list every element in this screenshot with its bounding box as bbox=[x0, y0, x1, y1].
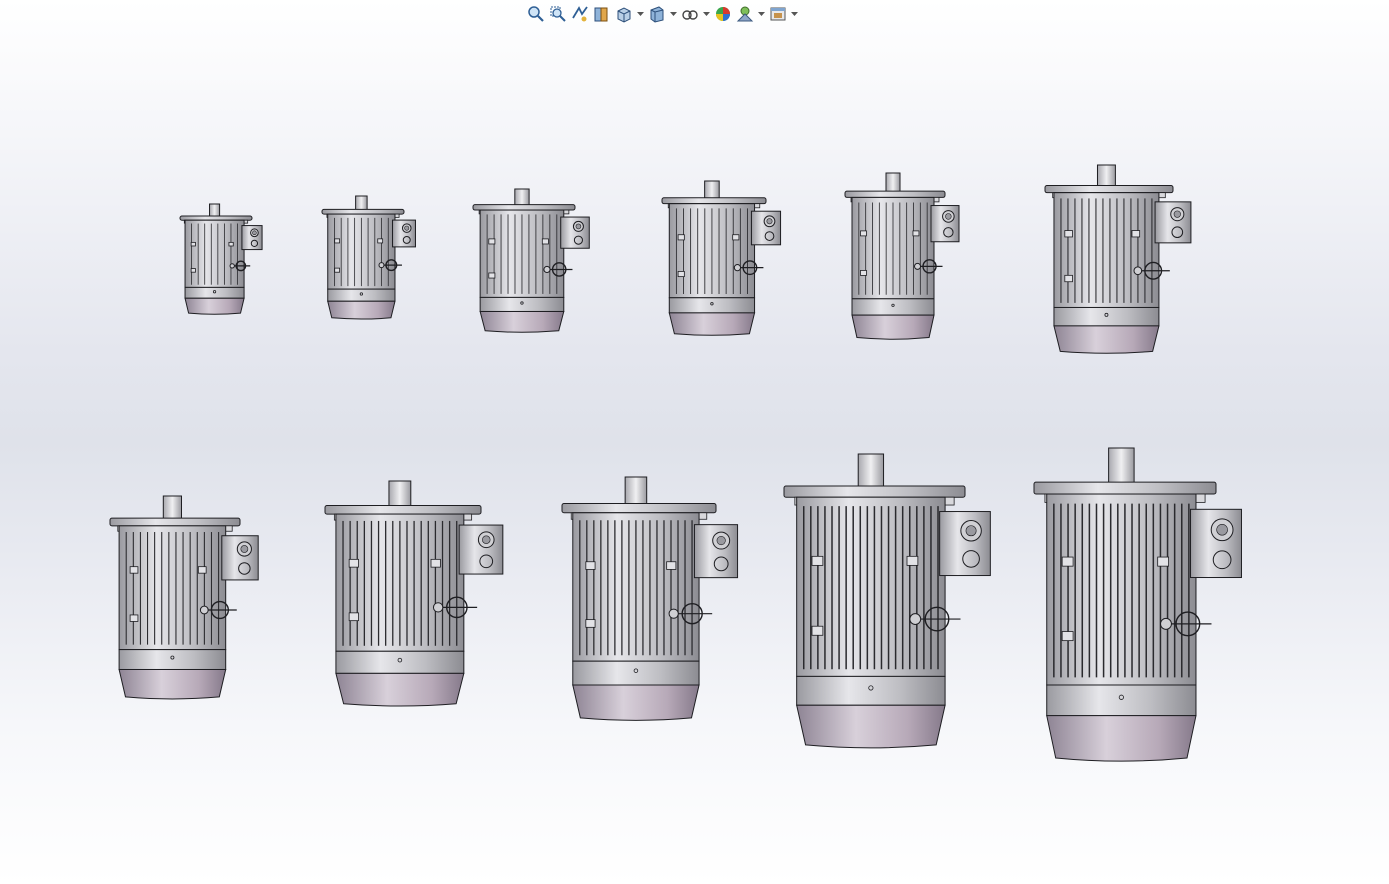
terminal-box bbox=[939, 511, 991, 577]
fan-cover bbox=[851, 314, 935, 340]
mounting-lug bbox=[334, 267, 341, 273]
fan-cover bbox=[796, 704, 946, 749]
flange bbox=[179, 215, 253, 221]
end-shield bbox=[796, 675, 946, 706]
mounting-lug bbox=[1064, 230, 1073, 238]
mounting-lug bbox=[811, 625, 824, 636]
mounting-lug bbox=[585, 561, 596, 570]
flange bbox=[783, 485, 966, 498]
shaft bbox=[1096, 164, 1116, 188]
terminal-box bbox=[1190, 508, 1242, 579]
flange bbox=[321, 208, 405, 215]
mounting-lug bbox=[677, 271, 685, 278]
shaft bbox=[857, 453, 885, 489]
mounting-lug bbox=[1157, 556, 1170, 567]
fan-cover bbox=[327, 300, 396, 320]
end-shield bbox=[572, 660, 700, 686]
flange bbox=[324, 505, 482, 515]
mounting-lug bbox=[811, 555, 824, 566]
motor-row1-2[interactable] bbox=[321, 195, 416, 320]
mounting-lug bbox=[488, 238, 496, 245]
motor-row2-1[interactable] bbox=[109, 495, 259, 700]
mounting-lug bbox=[860, 230, 867, 237]
mounting-lug bbox=[348, 612, 359, 622]
motor-row1-6[interactable] bbox=[1044, 164, 1192, 354]
mounting-lug bbox=[912, 230, 920, 237]
terminal-box bbox=[750, 210, 782, 246]
flange bbox=[472, 204, 576, 211]
motor-row1-1[interactable] bbox=[179, 203, 263, 315]
fan-cover bbox=[1053, 325, 1160, 354]
flange bbox=[109, 517, 241, 527]
mounting-lug bbox=[129, 614, 139, 622]
terminal-box bbox=[693, 524, 739, 579]
mounting-lug bbox=[860, 270, 867, 276]
fan-cover bbox=[335, 672, 465, 707]
flange bbox=[561, 503, 717, 514]
terminal-box bbox=[1154, 201, 1192, 244]
mounting-lug bbox=[129, 566, 139, 574]
mounting-lug bbox=[1061, 631, 1074, 642]
mounting-lug bbox=[430, 558, 441, 568]
mounting-lug bbox=[348, 558, 359, 568]
shaft bbox=[1108, 447, 1135, 485]
motor-housing bbox=[184, 219, 245, 288]
end-shield bbox=[851, 298, 935, 316]
mounting-lug bbox=[377, 238, 384, 244]
mounting-lug bbox=[732, 234, 740, 241]
terminal-box bbox=[392, 219, 416, 248]
graphics-area[interactable] bbox=[0, 0, 1389, 884]
shaft bbox=[624, 476, 648, 506]
mounting-lug bbox=[190, 268, 196, 273]
mounting-lug bbox=[190, 241, 196, 247]
fan-cover bbox=[118, 668, 227, 700]
fan-cover bbox=[572, 684, 700, 721]
mounting-lug bbox=[1061, 556, 1074, 567]
terminal-box bbox=[560, 216, 590, 249]
motor-housing bbox=[796, 496, 946, 677]
fan-cover bbox=[479, 310, 565, 333]
motor-row1-3[interactable] bbox=[472, 188, 590, 333]
mounting-lug bbox=[906, 555, 919, 566]
shaft bbox=[704, 180, 720, 201]
motor-row2-2[interactable] bbox=[324, 480, 504, 707]
mounting-lug bbox=[677, 234, 685, 241]
flange bbox=[661, 197, 767, 205]
shaft bbox=[514, 188, 530, 208]
flange bbox=[1033, 481, 1217, 495]
mounting-lug bbox=[197, 566, 207, 574]
mounting-lug bbox=[334, 238, 341, 244]
fan-cover bbox=[668, 312, 756, 336]
terminal-box bbox=[221, 535, 259, 581]
terminal-box bbox=[458, 524, 504, 575]
mounting-lug bbox=[585, 619, 596, 628]
terminal-box bbox=[930, 205, 960, 243]
flange bbox=[1044, 185, 1174, 194]
end-shield bbox=[118, 649, 227, 670]
shaft bbox=[162, 495, 183, 521]
shaft bbox=[388, 480, 412, 508]
motor-row2-3[interactable] bbox=[561, 476, 739, 721]
motor-housing bbox=[118, 525, 227, 651]
flange bbox=[844, 190, 946, 198]
motor-row2-5[interactable] bbox=[1033, 447, 1242, 762]
mounting-lug bbox=[488, 272, 496, 279]
end-shield bbox=[1046, 684, 1197, 717]
motor-housing bbox=[1053, 192, 1160, 308]
mounting-lug bbox=[541, 238, 549, 245]
shaft bbox=[885, 172, 901, 194]
fan-cover bbox=[184, 297, 245, 315]
motor-row1-5[interactable] bbox=[844, 172, 960, 340]
mounting-lug bbox=[1064, 274, 1073, 283]
fan-cover bbox=[1046, 715, 1197, 762]
motor-housing bbox=[1046, 493, 1197, 686]
mounting-lug bbox=[666, 561, 677, 570]
mounting-lug bbox=[1131, 230, 1141, 238]
motor-row2-4[interactable] bbox=[783, 453, 991, 749]
motor-row1-4[interactable] bbox=[661, 180, 782, 336]
mounting-lug bbox=[228, 241, 234, 247]
